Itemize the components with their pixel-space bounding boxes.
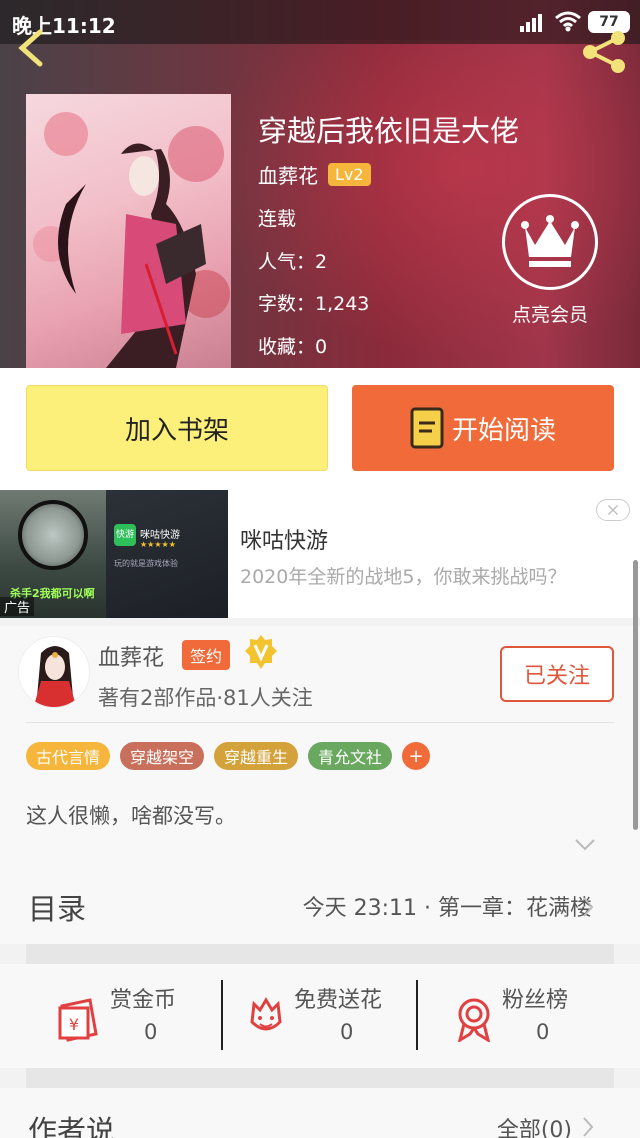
verified-icon (245, 635, 277, 669)
avatar[interactable] (18, 636, 90, 708)
separator (416, 980, 418, 1050)
author-intro: 这人很懒，啥都没写。 (26, 804, 236, 828)
app-name: 咪咕快游 (140, 530, 180, 541)
add-tag-button[interactable]: + (402, 742, 431, 770)
start-reading-button[interactable]: 开始阅读 (352, 385, 614, 471)
ad-banner[interactable]: 杀手2我都可以啊 广告 快游 咪咕快游 ★★★★★ 玩的就是游戏体验 咪咕快游 … (0, 490, 640, 618)
gift-label: 赏金币 (110, 988, 177, 1013)
gift-count: 0 (536, 1020, 550, 1044)
author-line: 血葬花 Lv2 (258, 160, 371, 188)
book-popularity: 人气：2 (258, 251, 328, 273)
ribbon-medal-icon (457, 998, 491, 1042)
start-reading-label: 开始阅读 (451, 415, 556, 446)
section-gap (26, 1068, 614, 1088)
divider (26, 722, 614, 723)
svg-text:¥: ¥ (69, 1015, 79, 1034)
toc-title: 目录 (28, 892, 87, 926)
book-favorites: 收藏：0 (258, 336, 328, 358)
app-description: 玩的就是游戏体验 (114, 559, 178, 568)
table-of-contents-row[interactable]: 目录 今天 23:11 · 第一章：花满楼 (0, 862, 640, 944)
section-gap (26, 944, 614, 964)
ad-tag: 广告 (0, 597, 35, 616)
tag-item[interactable]: 穿越架空 (120, 742, 205, 770)
book-word-count: 字数：1,243 (258, 293, 370, 315)
author-name-link[interactable]: 血葬花 (258, 160, 318, 189)
gift-bar: ¥ 赏金币 0 免费送花 0 粉丝榜 0 (0, 964, 640, 1068)
back-arrow-icon[interactable] (14, 28, 50, 68)
author-says-title: 作者说 (28, 1114, 116, 1138)
share-icon[interactable] (578, 28, 630, 74)
follow-button[interactable]: 已关注 (500, 646, 614, 702)
ad-title[interactable]: 咪咕快游 (240, 523, 328, 555)
action-bar: 加入书架 开始阅读 (0, 368, 640, 490)
gift-count: 0 (340, 1020, 354, 1044)
book-cover-image[interactable] (26, 94, 231, 368)
fans-ranking-button[interactable]: 粉丝榜 0 (452, 982, 592, 1052)
book-header: 晚上11:12 77 穿越后我依旧是大佬 血葬花 Lv2 连载 人气：2 字数：… (0, 0, 640, 368)
ad-description: 2020年全新的战地5，你敢来挑战吗？ (240, 566, 567, 588)
ad-app-image[interactable]: 快游 咪咕快游 ★★★★★ 玩的就是游戏体验 (106, 490, 228, 618)
author-says-row[interactable]: 作者说 全部(0) (0, 1088, 640, 1138)
separator (221, 980, 223, 1050)
book-title: 穿越后我依旧是大佬 (258, 114, 520, 148)
scrollbar[interactable] (633, 560, 638, 830)
app-rating: ★★★★★ (140, 540, 176, 549)
view-all-link[interactable]: 全部(0) (497, 1112, 572, 1138)
chevron-right-icon (583, 897, 594, 917)
gift-label: 免费送花 (294, 988, 383, 1013)
send-flowers-button[interactable]: 免费送花 0 (244, 982, 414, 1052)
close-icon[interactable] (596, 499, 630, 521)
level-badge: Lv2 (328, 162, 371, 186)
scope-graphic (18, 500, 88, 570)
add-to-shelf-button[interactable]: 加入书架 (26, 385, 328, 471)
flower-icon (250, 997, 282, 1031)
tag-item[interactable]: 青允文社 (308, 742, 393, 770)
signed-badge: 签约 (182, 640, 231, 670)
signal-icon (520, 14, 542, 32)
book-status: 连载 (258, 208, 297, 230)
author-stats: 著有2部作品·81人关注 (98, 686, 313, 710)
gift-label: 粉丝榜 (502, 988, 569, 1013)
tag-list: 古代言情 穿越架空 穿越重生 青允文社 + (26, 742, 431, 770)
latest-chapter[interactable]: 今天 23:11 · 第一章：花满楼 (303, 890, 592, 922)
book-icon (410, 407, 444, 449)
crown-icon (521, 215, 579, 267)
author-name[interactable]: 血葬花 (98, 640, 164, 672)
tag-item[interactable]: 古代言情 (26, 742, 111, 770)
reward-coins-button[interactable]: ¥ 赏金币 0 (56, 982, 206, 1052)
ad-game-image[interactable]: 杀手2我都可以啊 广告 (0, 490, 106, 618)
app-logo: 快游 (114, 524, 136, 546)
author-section: 血葬花 签约 著有2部作品·81人关注 已关注 古代言情 穿越架空 穿越重生 青… (0, 626, 640, 862)
status-bar: 晚上11:12 77 (0, 0, 640, 44)
chevron-right-icon (583, 1117, 594, 1137)
tag-item[interactable]: 穿越重生 (214, 742, 299, 770)
chevron-down-icon[interactable] (574, 838, 596, 852)
vip-label[interactable]: 点亮会员 (498, 300, 602, 327)
red-envelope-icon: ¥ (58, 998, 98, 1042)
gift-count: 0 (144, 1020, 158, 1044)
vip-button[interactable] (502, 194, 598, 290)
